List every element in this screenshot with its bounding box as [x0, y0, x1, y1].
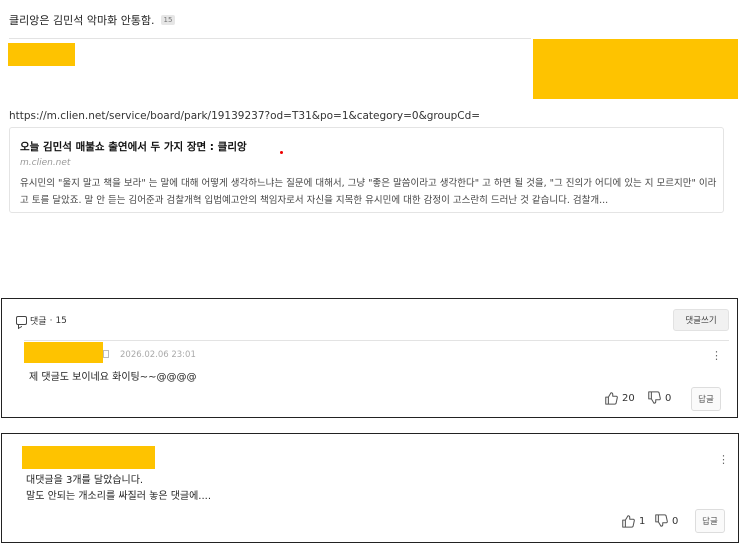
link-preview-domain: m.clien.net [20, 158, 71, 168]
redacted-commenter [24, 342, 103, 363]
dislike-count: 0 [665, 392, 672, 404]
comment-date: 2026.02.06 23:01 [120, 350, 196, 360]
reply-comment-section: ⋮ 대댓글을 3개를 달았습니다. 말도 안되는 개소리를 싸질러 놓은 댓글에… [1, 433, 739, 543]
reply-button[interactable]: 답글 [695, 509, 725, 533]
comment-text: 제 댓글도 보이네요 화이팅~~@@@@ [29, 372, 197, 383]
comments-header-count: 15 [55, 315, 67, 326]
post-url-link[interactable]: https://m.clien.net/service/board/park/1… [9, 110, 480, 122]
post-title: 클리앙은 김민석 악마화 안통함. 15 [9, 12, 176, 28]
link-preview-title: 오늘 김민석 매불쇼 출연에서 두 가지 장면 : 클리앙 [20, 141, 247, 153]
comment-text: 대댓글을 3개를 달았습니다. 말도 안되는 개소리를 싸질러 놓은 댓글에..… [26, 473, 211, 505]
comments-header-separator: · [49, 315, 53, 326]
redacted-commenter [22, 446, 155, 469]
comment-text-line: 말도 안되는 개소리를 싸질러 놓은 댓글에.... [26, 491, 212, 502]
comments-header: 댓글 · 15 [16, 314, 67, 327]
write-comment-button[interactable]: 댓글쓰기 [673, 309, 729, 331]
thumbs-up-icon [622, 515, 635, 528]
title-divider [9, 38, 531, 39]
like-button[interactable]: 20 [604, 391, 635, 405]
thumbs-down-icon [648, 391, 661, 404]
dislike-button[interactable]: 0 [647, 391, 671, 405]
comment-text-line: 대댓글을 3개를 달았습니다. [26, 475, 144, 486]
redacted-author [8, 43, 75, 66]
redacted-image [533, 39, 738, 99]
like-count: 20 [622, 392, 635, 404]
thumbs-down-icon [655, 514, 668, 527]
user-badge-icon [103, 350, 109, 358]
comments-header-label: 댓글 [30, 317, 47, 327]
link-preview-description: 유시민의 "울지 말고 책을 보라" 는 말에 대해 어떻게 생각하느냐는 질문… [20, 178, 717, 206]
comments-section: 댓글 · 15 댓글쓰기 2026.02.06 23:01 ⋮ 제 댓글도 보이… [1, 298, 738, 418]
reply-button[interactable]: 답글 [691, 387, 721, 411]
like-button[interactable]: 1 [621, 514, 645, 528]
comment-divider [24, 340, 729, 341]
vertical-ellipsis-icon[interactable]: ⋮ [718, 454, 729, 465]
thumbs-up-icon [605, 392, 618, 405]
red-dot-mark [280, 151, 283, 154]
chat-bubble-icon [16, 316, 27, 325]
dislike-button[interactable]: 0 [654, 514, 678, 528]
post-title-text: 클리앙은 김민석 악마화 안통함. [9, 14, 155, 27]
like-count: 1 [639, 515, 646, 527]
comment-count-badge: 15 [160, 15, 176, 25]
link-preview-card[interactable]: 오늘 김민석 매불쇼 출연에서 두 가지 장면 : 클리앙 m.clien.ne… [9, 127, 724, 213]
vertical-ellipsis-icon[interactable]: ⋮ [711, 350, 722, 361]
dislike-count: 0 [672, 515, 679, 527]
